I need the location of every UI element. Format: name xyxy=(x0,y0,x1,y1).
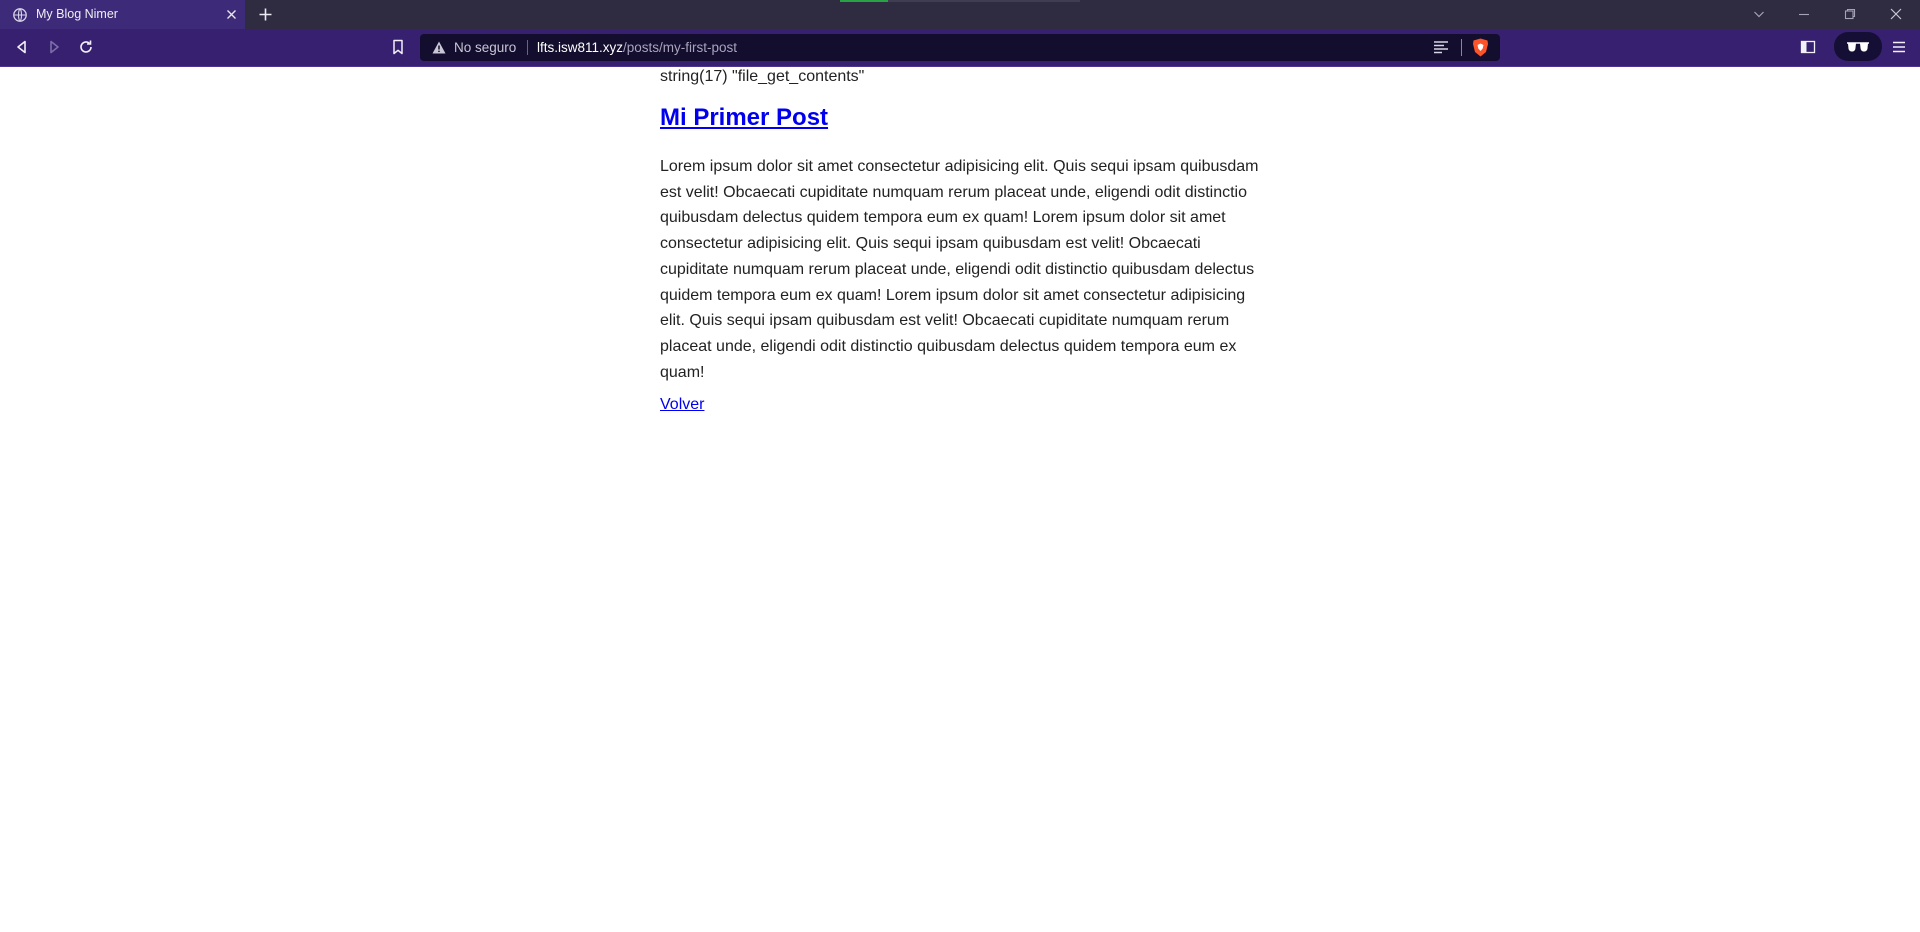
reload-icon[interactable] xyxy=(77,38,95,56)
bookmark-icon[interactable] xyxy=(389,38,407,56)
post-title-link[interactable]: Mi Primer Post xyxy=(660,104,828,132)
brave-shields-icon[interactable] xyxy=(1472,38,1489,57)
close-tab-icon[interactable] xyxy=(225,8,238,21)
page-viewport: string(17) "file_get_contents" Mi Primer… xyxy=(0,68,1920,932)
forward-icon[interactable] xyxy=(45,38,63,56)
globe-icon xyxy=(13,8,27,22)
url-path: /posts/my-first-post xyxy=(623,40,738,55)
sidebar-toggle-icon[interactable] xyxy=(1800,39,1816,55)
url-text[interactable]: lfts.isw811.xyz/posts/my-first-post xyxy=(537,40,737,55)
tab-title: My Blog Nimer xyxy=(36,7,118,21)
post-body: Lorem ipsum dolor sit amet consectetur a… xyxy=(660,158,1259,381)
address-bar[interactable]: No seguro lfts.isw811.xyz/posts/my-first… xyxy=(420,34,1500,61)
reader-mode-icon[interactable] xyxy=(1433,40,1449,55)
debug-output: string(17) "file_get_contents" xyxy=(660,68,865,85)
security-label[interactable]: No seguro xyxy=(454,40,516,55)
url-divider-2 xyxy=(1461,39,1462,56)
private-glasses-icon xyxy=(1847,42,1869,52)
warning-icon[interactable] xyxy=(432,41,446,54)
menu-icon[interactable] xyxy=(1891,39,1907,55)
tab-search-chevron-icon[interactable] xyxy=(1752,7,1766,21)
restore-icon[interactable] xyxy=(1843,7,1857,21)
new-tab-icon[interactable] xyxy=(258,7,273,22)
profile-button[interactable] xyxy=(1834,32,1882,61)
back-link[interactable]: Volver xyxy=(660,396,704,414)
back-icon[interactable] xyxy=(13,38,31,56)
minimize-icon[interactable] xyxy=(1797,7,1811,21)
close-window-icon[interactable] xyxy=(1889,7,1903,21)
loading-indicator xyxy=(840,0,1080,2)
url-host: lfts.isw811.xyz xyxy=(537,40,624,55)
browser-toolbar: No seguro lfts.isw811.xyz/posts/my-first… xyxy=(0,29,1920,67)
tab-strip: My Blog Nimer xyxy=(0,0,1920,29)
active-tab[interactable]: My Blog Nimer xyxy=(0,0,245,29)
url-divider xyxy=(527,40,528,55)
